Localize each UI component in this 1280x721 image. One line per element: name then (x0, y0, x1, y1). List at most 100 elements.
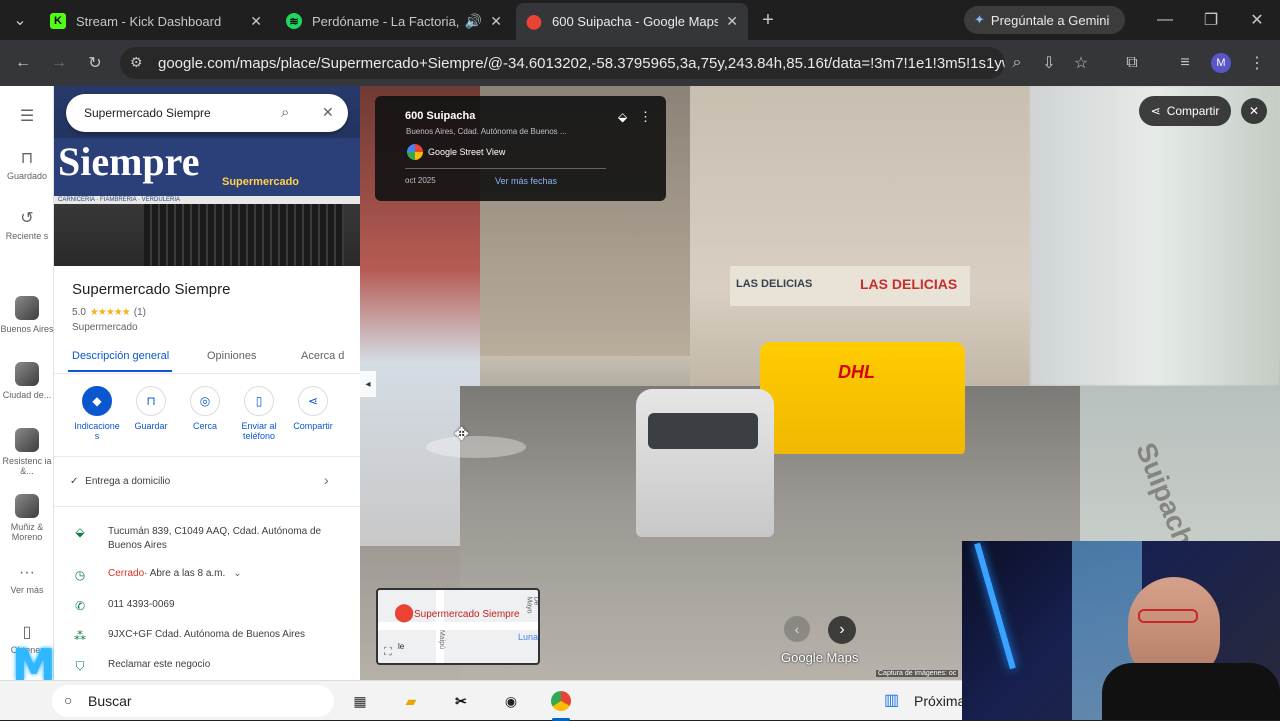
phone-icon: ✆ (74, 599, 86, 613)
more-icon: ··· (19, 564, 35, 581)
tab-spotify[interactable]: ≋ Perdóname - La Factoria, Ed 🔊 ✕ (276, 6, 512, 36)
close-streetview-button[interactable]: ✕ (1241, 98, 1267, 124)
webcam-overlay (962, 541, 1280, 720)
next-event-label[interactable]: Próxima (914, 693, 965, 709)
plus-code-row[interactable]: ⁂ 9JXC+GF Cdad. Autónoma de Buenos Aires (72, 629, 305, 643)
collapse-panel-icon[interactable]: ◂ (360, 371, 376, 397)
reload-icon[interactable]: ↻ (83, 51, 107, 75)
address-bar[interactable]: ⚙ google.com/maps/place/Supermercado+Sie… (120, 47, 1005, 79)
chevron-right-icon[interactable]: › (324, 472, 329, 488)
search-input[interactable]: Supermercado Siempre ⌕ ✕ (66, 94, 348, 132)
rail-item-saved[interactable]: ⊓ Guardado (0, 148, 54, 181)
directions-button[interactable]: ◆ Indicacione s (73, 386, 121, 441)
navigation-ellipse (426, 436, 526, 458)
minimap-place-label: Luna (518, 632, 539, 642)
chevron-left-icon[interactable]: ‹ (784, 616, 810, 642)
tab-maps[interactable]: ⬤ 600 Suipacha - Google Maps ✕ (516, 3, 748, 40)
menu-kebab-icon[interactable]: ⋮ (639, 109, 652, 125)
expand-icon[interactable]: ⛶ (384, 646, 392, 659)
place-category[interactable]: Supermercado (72, 322, 138, 333)
maps-sidebar-rail: ☰ ⊓ Guardado ↺ Reciente s Buenos Aires C… (0, 86, 56, 688)
dhl-van: DHL (760, 342, 965, 454)
shield-check-icon: ⛉ (75, 659, 85, 673)
window-close-icon[interactable]: ✕ (1245, 8, 1269, 32)
task-view-icon[interactable]: ▦ (348, 689, 372, 713)
calendar-icon: ▥ (884, 692, 900, 709)
media-control-icon[interactable]: ≡ (1173, 51, 1197, 75)
phone-send-icon: ▯ (244, 386, 274, 416)
rail-item-recent[interactable]: ↺ Reciente s (0, 208, 54, 241)
divider (54, 373, 360, 374)
search-icon[interactable]: ⌕ (281, 104, 289, 121)
address-row[interactable]: ⬙ Tucumán 839, C1049 AAQ, Cdad. Autónoma… (72, 525, 342, 553)
install-app-icon[interactable]: ⇩ (1037, 51, 1061, 75)
url-text: google.com/maps/place/Supermercado+Siemp… (158, 54, 1005, 72)
phone-row[interactable]: ✆ 011 4393-0069 (72, 599, 175, 613)
maps-pin-icon: ⬤ (526, 13, 542, 29)
tab-overview[interactable]: Descripción general (72, 350, 169, 362)
storefront-sign: Siempre Supermercado (54, 138, 360, 196)
obs-icon[interactable]: ◉ (499, 689, 523, 713)
share-label: Compartir (1166, 104, 1220, 118)
forward-icon[interactable]: → (47, 51, 71, 75)
bookmark-icon: ⊓ (136, 386, 166, 416)
extensions-icon[interactable]: ⧉ (1120, 51, 1144, 75)
map-road (436, 590, 444, 663)
close-icon[interactable]: ✕ (490, 13, 502, 30)
back-icon[interactable]: ← (11, 51, 35, 75)
close-icon[interactable]: ✕ (726, 13, 738, 30)
review-count[interactable]: (1) (134, 307, 146, 318)
claim-business-row[interactable]: ⛉ Reclamar este negocio (72, 659, 210, 674)
streetview-info-card: 600 Suipacha Buenos Aires, Cdad. Autónom… (375, 96, 666, 201)
capture-date: oct 2025 (405, 176, 436, 185)
share-button[interactable]: ⋖ Compartir (289, 386, 337, 431)
minimize-icon[interactable]: — (1153, 8, 1177, 32)
zoom-icon[interactable]: ⌕ (1005, 51, 1029, 75)
delicias-awning: LAS DELICIAS LAS DELICIAS (730, 266, 970, 306)
action-label: Enviar al teléfono (241, 421, 277, 441)
google-maps-logo: Google Maps (781, 650, 859, 665)
speaker-icon[interactable]: 🔊 (465, 13, 482, 30)
nearby-button[interactable]: ◎ Cerca (181, 386, 229, 431)
gemini-button[interactable]: ✦ Pregúntale a Gemini (964, 6, 1125, 34)
delivery-row[interactable]: ✓ Entrega a domicilio (70, 476, 170, 487)
rail-item-more[interactable]: ··· Ver más (0, 564, 54, 595)
site-info-icon[interactable]: ⚙ (130, 54, 143, 71)
chevron-right-icon[interactable]: › (828, 616, 856, 644)
rail-item-buenos-aires[interactable]: Buenos Aires (0, 296, 54, 334)
browser-toolbar: ← → ↻ ⚙ google.com/maps/place/Supermerca… (0, 40, 1280, 86)
hours-row[interactable]: ◷ Cerrado · Abre a las 8 a.m. ⌄ (72, 568, 242, 582)
file-explorer-icon[interactable]: ▰ (399, 689, 423, 713)
rail-item-label: Guardado (6, 171, 48, 181)
tab-search-icon[interactable]: ⌄ (8, 8, 32, 32)
rail-item-muniz[interactable]: Muñiz & Moreno (0, 494, 54, 542)
chevron-down-icon[interactable]: ⌄ (233, 568, 241, 579)
chrome-icon[interactable] (549, 689, 573, 713)
new-tab-icon[interactable]: + (756, 8, 780, 32)
restore-icon[interactable]: ❐ (1199, 8, 1223, 32)
tab-kick[interactable]: K Stream - Kick Dashboard ✕ (40, 6, 272, 36)
rail-item-ciudad[interactable]: Ciudad de... (0, 362, 54, 400)
taskbar-search-placeholder: Buscar (88, 693, 132, 709)
minimap[interactable]: ⬤ Supermercado Siempre De Mayo Maipú Lun… (376, 588, 540, 665)
rail-item-label: Ciudad de... (2, 390, 52, 400)
save-button[interactable]: ⊓ Guardar (127, 386, 175, 431)
rail-item-label: Ver más (10, 585, 44, 595)
capcut-icon[interactable]: ✂ (449, 689, 473, 713)
share-button[interactable]: ⋖ Compartir (1139, 96, 1231, 126)
send-to-phone-button[interactable]: ▯ Enviar al teléfono (235, 386, 283, 441)
location-pin-icon[interactable]: ⬙ (618, 110, 627, 124)
menu-kebab-icon[interactable]: ⋮ (1245, 51, 1269, 75)
close-icon[interactable]: ✕ (250, 13, 262, 30)
tab-reviews[interactable]: Opiniones (207, 350, 257, 362)
bookmark-star-icon[interactable]: ☆ (1069, 51, 1093, 75)
hamburger-menu-icon[interactable]: ☰ (0, 106, 54, 126)
more-dates-link[interactable]: Ver más fechas (495, 176, 557, 186)
close-icon[interactable]: ✕ (322, 104, 334, 121)
hours-status: Cerrado (108, 568, 145, 579)
profile-avatar[interactable]: M (1211, 53, 1231, 73)
tab-about[interactable]: Acerca d (301, 350, 344, 362)
rail-item-resistencia[interactable]: Resistenc ia &... (0, 428, 54, 476)
map-pin-icon: ⬤ (394, 602, 415, 622)
taskbar-search-input[interactable]: ○ Buscar (52, 685, 334, 717)
